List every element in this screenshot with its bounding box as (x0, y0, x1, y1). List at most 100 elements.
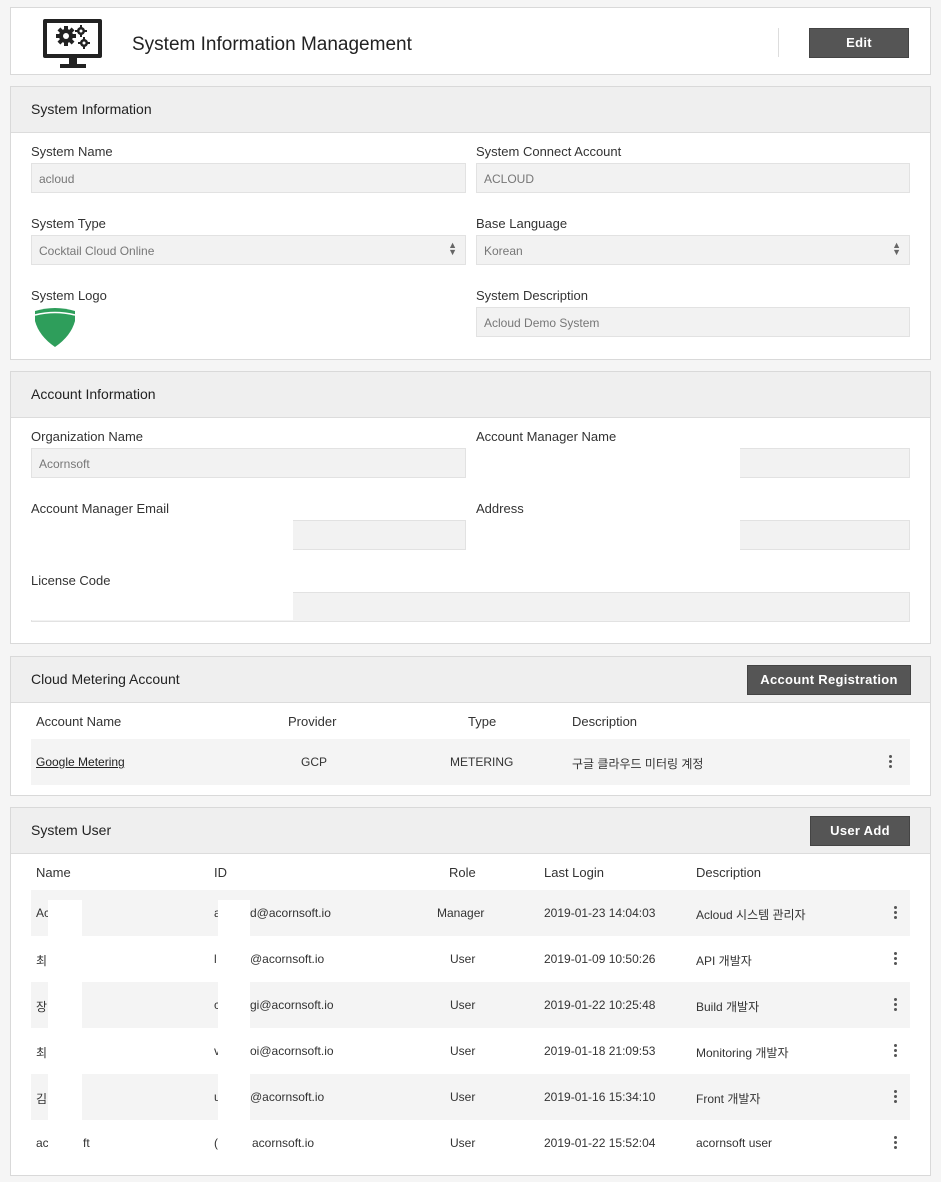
cloud-metering-panel: Cloud Metering Account Account Registrat… (10, 656, 931, 796)
user-name-cell: 최 (36, 954, 48, 968)
section-title: Account Information (31, 386, 156, 402)
kebab-menu-icon[interactable] (894, 998, 898, 1013)
table-row: 장 c gi@acornsoft.io User 2019-01-22 10:2… (31, 982, 910, 1028)
table-row: Google Metering GCP METERING 구글 클라우드 미터링… (31, 739, 910, 785)
last-login-cell: 2019-01-22 10:25:48 (544, 998, 656, 1012)
role-cell: Manager (437, 906, 485, 920)
header-panel: System Information Management Edit (10, 7, 931, 75)
system-name-field[interactable]: acloud (31, 163, 466, 193)
cloud-metering-header: Cloud Metering Account Account Registrat… (11, 657, 930, 703)
system-description-field[interactable]: Acloud Demo System (476, 307, 910, 337)
license-code-label: License Code (31, 573, 111, 588)
description-cell: Front 개발자 (696, 1092, 761, 1106)
last-login-cell: 2019-01-18 21:09:53 (544, 1044, 656, 1058)
table-row: 최 v oi@acornsoft.io User 2019-01-18 21:0… (31, 1028, 910, 1074)
user-name-cell: ac (36, 1136, 49, 1150)
last-login-cell: 2019-01-09 10:50:26 (544, 952, 656, 966)
address-label: Address (476, 501, 524, 516)
user-add-button[interactable]: User Add (810, 816, 910, 846)
user-id-cell: gi@acornsoft.io (250, 998, 334, 1012)
redaction-mask (218, 900, 250, 1165)
column-header-provider: Provider (288, 714, 337, 729)
system-user-header: System User User Add (11, 808, 930, 854)
type-cell: METERING (450, 755, 514, 769)
monitor-gears-icon (43, 17, 103, 69)
organization-name-field[interactable]: Acornsoft (31, 448, 466, 478)
system-information-header: System Information (11, 87, 930, 133)
user-name-tail: ft (83, 1136, 90, 1150)
redaction-mask (476, 518, 740, 552)
role-cell: User (450, 1044, 476, 1058)
system-information-panel: System Information System Name acloud Sy… (10, 86, 931, 360)
table-row: ac ft ( acornsoft.io User 2019-01-22 15:… (31, 1120, 910, 1166)
kebab-menu-icon[interactable] (894, 1090, 898, 1105)
column-header-type: Type (468, 714, 497, 729)
user-name-cell: 김 (36, 1092, 48, 1106)
section-title: System User (31, 822, 112, 838)
table-row: Ac a d@acornsoft.io Manager 2019-01-23 1… (31, 890, 910, 936)
account-manager-name-label: Account Manager Name (476, 429, 617, 444)
description-cell: Monitoring 개발자 (696, 1046, 789, 1060)
last-login-cell: 2019-01-23 14:04:03 (544, 906, 656, 920)
section-title: Cloud Metering Account (31, 671, 180, 687)
base-language-value: Korean (484, 244, 523, 258)
column-header-description: Description (572, 714, 638, 729)
user-id-cell: @acornsoft.io (250, 1090, 325, 1104)
role-cell: User (450, 1136, 476, 1150)
column-header-description: Description (696, 865, 762, 880)
kebab-menu-icon[interactable] (894, 1136, 898, 1151)
column-header-last-login: Last Login (544, 865, 604, 880)
system-user-panel: System User User Add Name ID Role Last L… (10, 807, 931, 1176)
account-manager-email-label: Account Manager Email (31, 501, 170, 516)
description-cell: Build 개발자 (696, 1000, 760, 1014)
user-id-prefix: l (214, 952, 217, 966)
role-cell: User (450, 952, 476, 966)
role-cell: User (450, 998, 476, 1012)
table-row: 최 l @acornsoft.io User 2019-01-09 10:50:… (31, 936, 910, 982)
last-login-cell: 2019-01-22 15:52:04 (544, 1136, 656, 1150)
description-cell: Acloud 시스템 관리자 (696, 908, 806, 922)
select-arrows-icon: ▲ ▼ (448, 240, 457, 257)
user-name-cell: 최 (36, 1046, 48, 1060)
user-id-cell: acornsoft.io (252, 1136, 315, 1150)
role-cell: User (450, 1090, 476, 1104)
account-information-panel: Account Information Organization Name Ac… (10, 371, 931, 644)
kebab-menu-icon[interactable] (894, 1044, 898, 1059)
base-language-label: Base Language (476, 216, 568, 231)
kebab-menu-icon[interactable] (889, 755, 893, 770)
select-arrows-icon: ▲ ▼ (892, 240, 901, 257)
header-divider (778, 28, 779, 57)
provider-cell: GCP (301, 755, 328, 769)
system-connect-account-field[interactable]: ACLOUD (476, 163, 910, 193)
user-id-cell: @acornsoft.io (250, 952, 325, 966)
redaction-mask (29, 518, 293, 552)
acorn-logo-icon[interactable] (33, 306, 77, 348)
description-cell: acornsoft user (696, 1136, 773, 1150)
kebab-menu-icon[interactable] (894, 952, 898, 967)
column-header-role: Role (449, 865, 476, 880)
system-name-label: System Name (31, 144, 113, 159)
page-title: System Information Management (132, 34, 412, 55)
column-header-id: ID (214, 865, 227, 880)
column-header-account-name: Account Name (36, 714, 122, 729)
description-cell: 구글 클라우드 미터링 계정 (572, 757, 704, 771)
organization-name-label: Organization Name (31, 429, 143, 444)
base-language-select[interactable]: Korean ▲ ▼ (476, 235, 910, 265)
system-connect-account-label: System Connect Account (476, 144, 622, 159)
system-type-label: System Type (31, 216, 106, 231)
redaction-mask (48, 900, 82, 1165)
kebab-menu-icon[interactable] (894, 906, 898, 921)
user-name-cell: 장 (36, 1000, 48, 1014)
system-type-select[interactable]: Cocktail Cloud Online ▲ ▼ (31, 235, 466, 265)
edit-button[interactable]: Edit (809, 28, 909, 58)
redaction-mask (476, 446, 740, 480)
system-logo-label: System Logo (31, 288, 107, 303)
section-title: System Information (31, 101, 152, 117)
system-type-value: Cocktail Cloud Online (39, 244, 155, 258)
redaction-mask (29, 590, 293, 620)
user-id-cell: d@acornsoft.io (250, 906, 331, 920)
table-row: 김 u @acornsoft.io User 2019-01-16 15:34:… (31, 1074, 910, 1120)
account-registration-button[interactable]: Account Registration (747, 665, 911, 695)
account-information-header: Account Information (11, 372, 930, 418)
account-name-link[interactable]: Google Metering (36, 755, 125, 769)
